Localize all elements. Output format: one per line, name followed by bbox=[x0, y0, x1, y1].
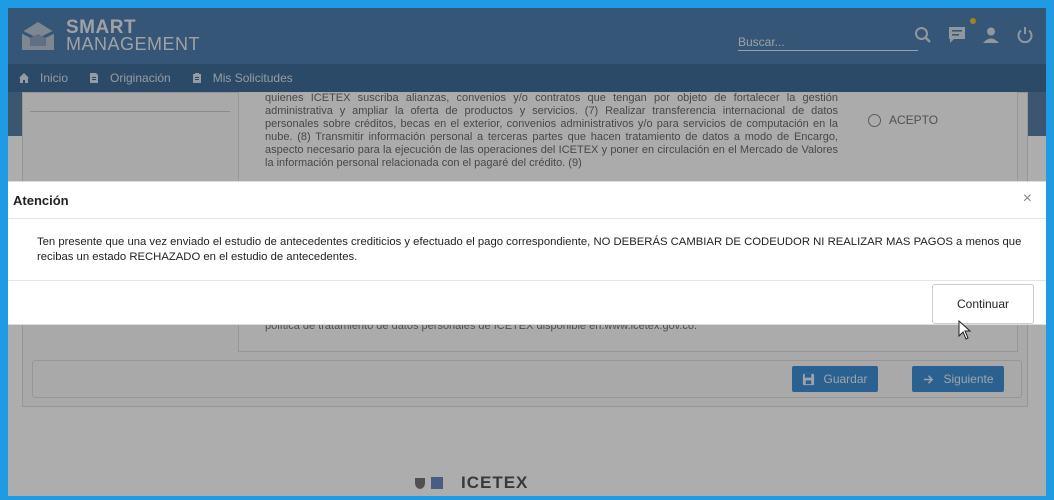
modal-header: Atención × bbox=[8, 182, 1046, 219]
modal-title: Atención bbox=[13, 193, 69, 208]
modal-body-text: Ten presente que una vez enviado el estu… bbox=[37, 236, 1022, 263]
close-icon[interactable]: × bbox=[1023, 190, 1032, 208]
continue-button[interactable]: Continuar bbox=[932, 284, 1034, 324]
modal-footer: Continuar bbox=[8, 280, 1046, 326]
attention-modal: Atención × Ten presente que una vez envi… bbox=[8, 181, 1046, 325]
app-window: quienes ICETEX suscriba alianzas, conven… bbox=[8, 8, 1046, 496]
mouse-cursor-icon bbox=[958, 320, 972, 340]
